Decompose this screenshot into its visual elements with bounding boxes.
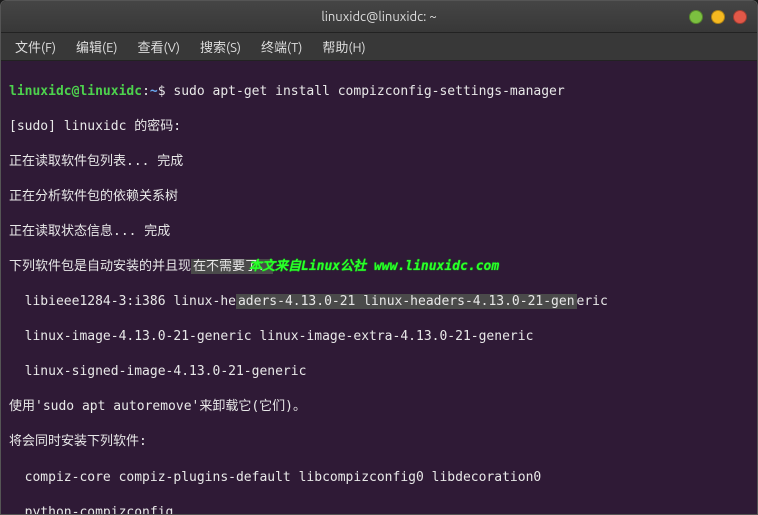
- terminal-window: linuxidc@linuxidc: ~ 文件(F) 编辑(E) 查看(V) 搜…: [0, 0, 758, 515]
- window-controls: [689, 10, 747, 24]
- output-line: 下列软件包是自动安装的并且现在不需要了：本文来自Linux公社 www.linu…: [9, 258, 749, 276]
- menu-view[interactable]: 查看(V): [132, 35, 186, 58]
- output-line: libieee1284-3:i386 linux-headers-4.13.0-…: [9, 293, 749, 311]
- terminal-output[interactable]: linuxidc@linuxidc:~$ sudo apt-get instal…: [1, 61, 757, 514]
- output-line: 正在分析软件包的依赖关系树: [9, 188, 749, 206]
- output-line: 正在读取状态信息... 完成: [9, 223, 749, 241]
- watermark-overlay: 本文来自Linux公社 www.linuxidc.com: [249, 258, 499, 276]
- prompt-sep: :: [142, 84, 150, 99]
- output-line: 将会同时安装下列软件:: [9, 433, 749, 451]
- output-line: 使用'sudo apt autoremove'来卸载它(它们)。: [9, 398, 749, 416]
- prompt-dollar: $: [158, 84, 166, 99]
- window-title: linuxidc@linuxidc: ~: [321, 10, 436, 24]
- titlebar: linuxidc@linuxidc: ~: [1, 1, 757, 33]
- output-line: linux-image-4.13.0-21-generic linux-imag…: [9, 328, 749, 346]
- output-line: python-compizconfig: [9, 504, 749, 514]
- minimize-button[interactable]: [689, 10, 703, 24]
- menubar: 文件(F) 编辑(E) 查看(V) 搜索(S) 终端(T) 帮助(H): [1, 33, 757, 61]
- output-line: 正在读取软件包列表... 完成: [9, 153, 749, 171]
- close-button[interactable]: [733, 10, 747, 24]
- prompt-path: ~: [150, 84, 158, 99]
- menu-edit[interactable]: 编辑(E): [70, 35, 123, 58]
- output-line: [sudo] linuxidc 的密码:: [9, 118, 749, 136]
- maximize-button[interactable]: [711, 10, 725, 24]
- menu-terminal[interactable]: 终端(T): [255, 35, 308, 58]
- command-text: sudo apt-get install compizconfig-settin…: [166, 84, 565, 99]
- output-line: linux-signed-image-4.13.0-21-generic: [9, 363, 749, 381]
- menu-file[interactable]: 文件(F): [9, 35, 62, 58]
- prompt-user: linuxidc@linuxidc: [9, 84, 142, 99]
- menu-search[interactable]: 搜索(S): [194, 35, 247, 58]
- menu-help[interactable]: 帮助(H): [316, 35, 371, 58]
- output-line: compiz-core compiz-plugins-default libco…: [9, 469, 749, 487]
